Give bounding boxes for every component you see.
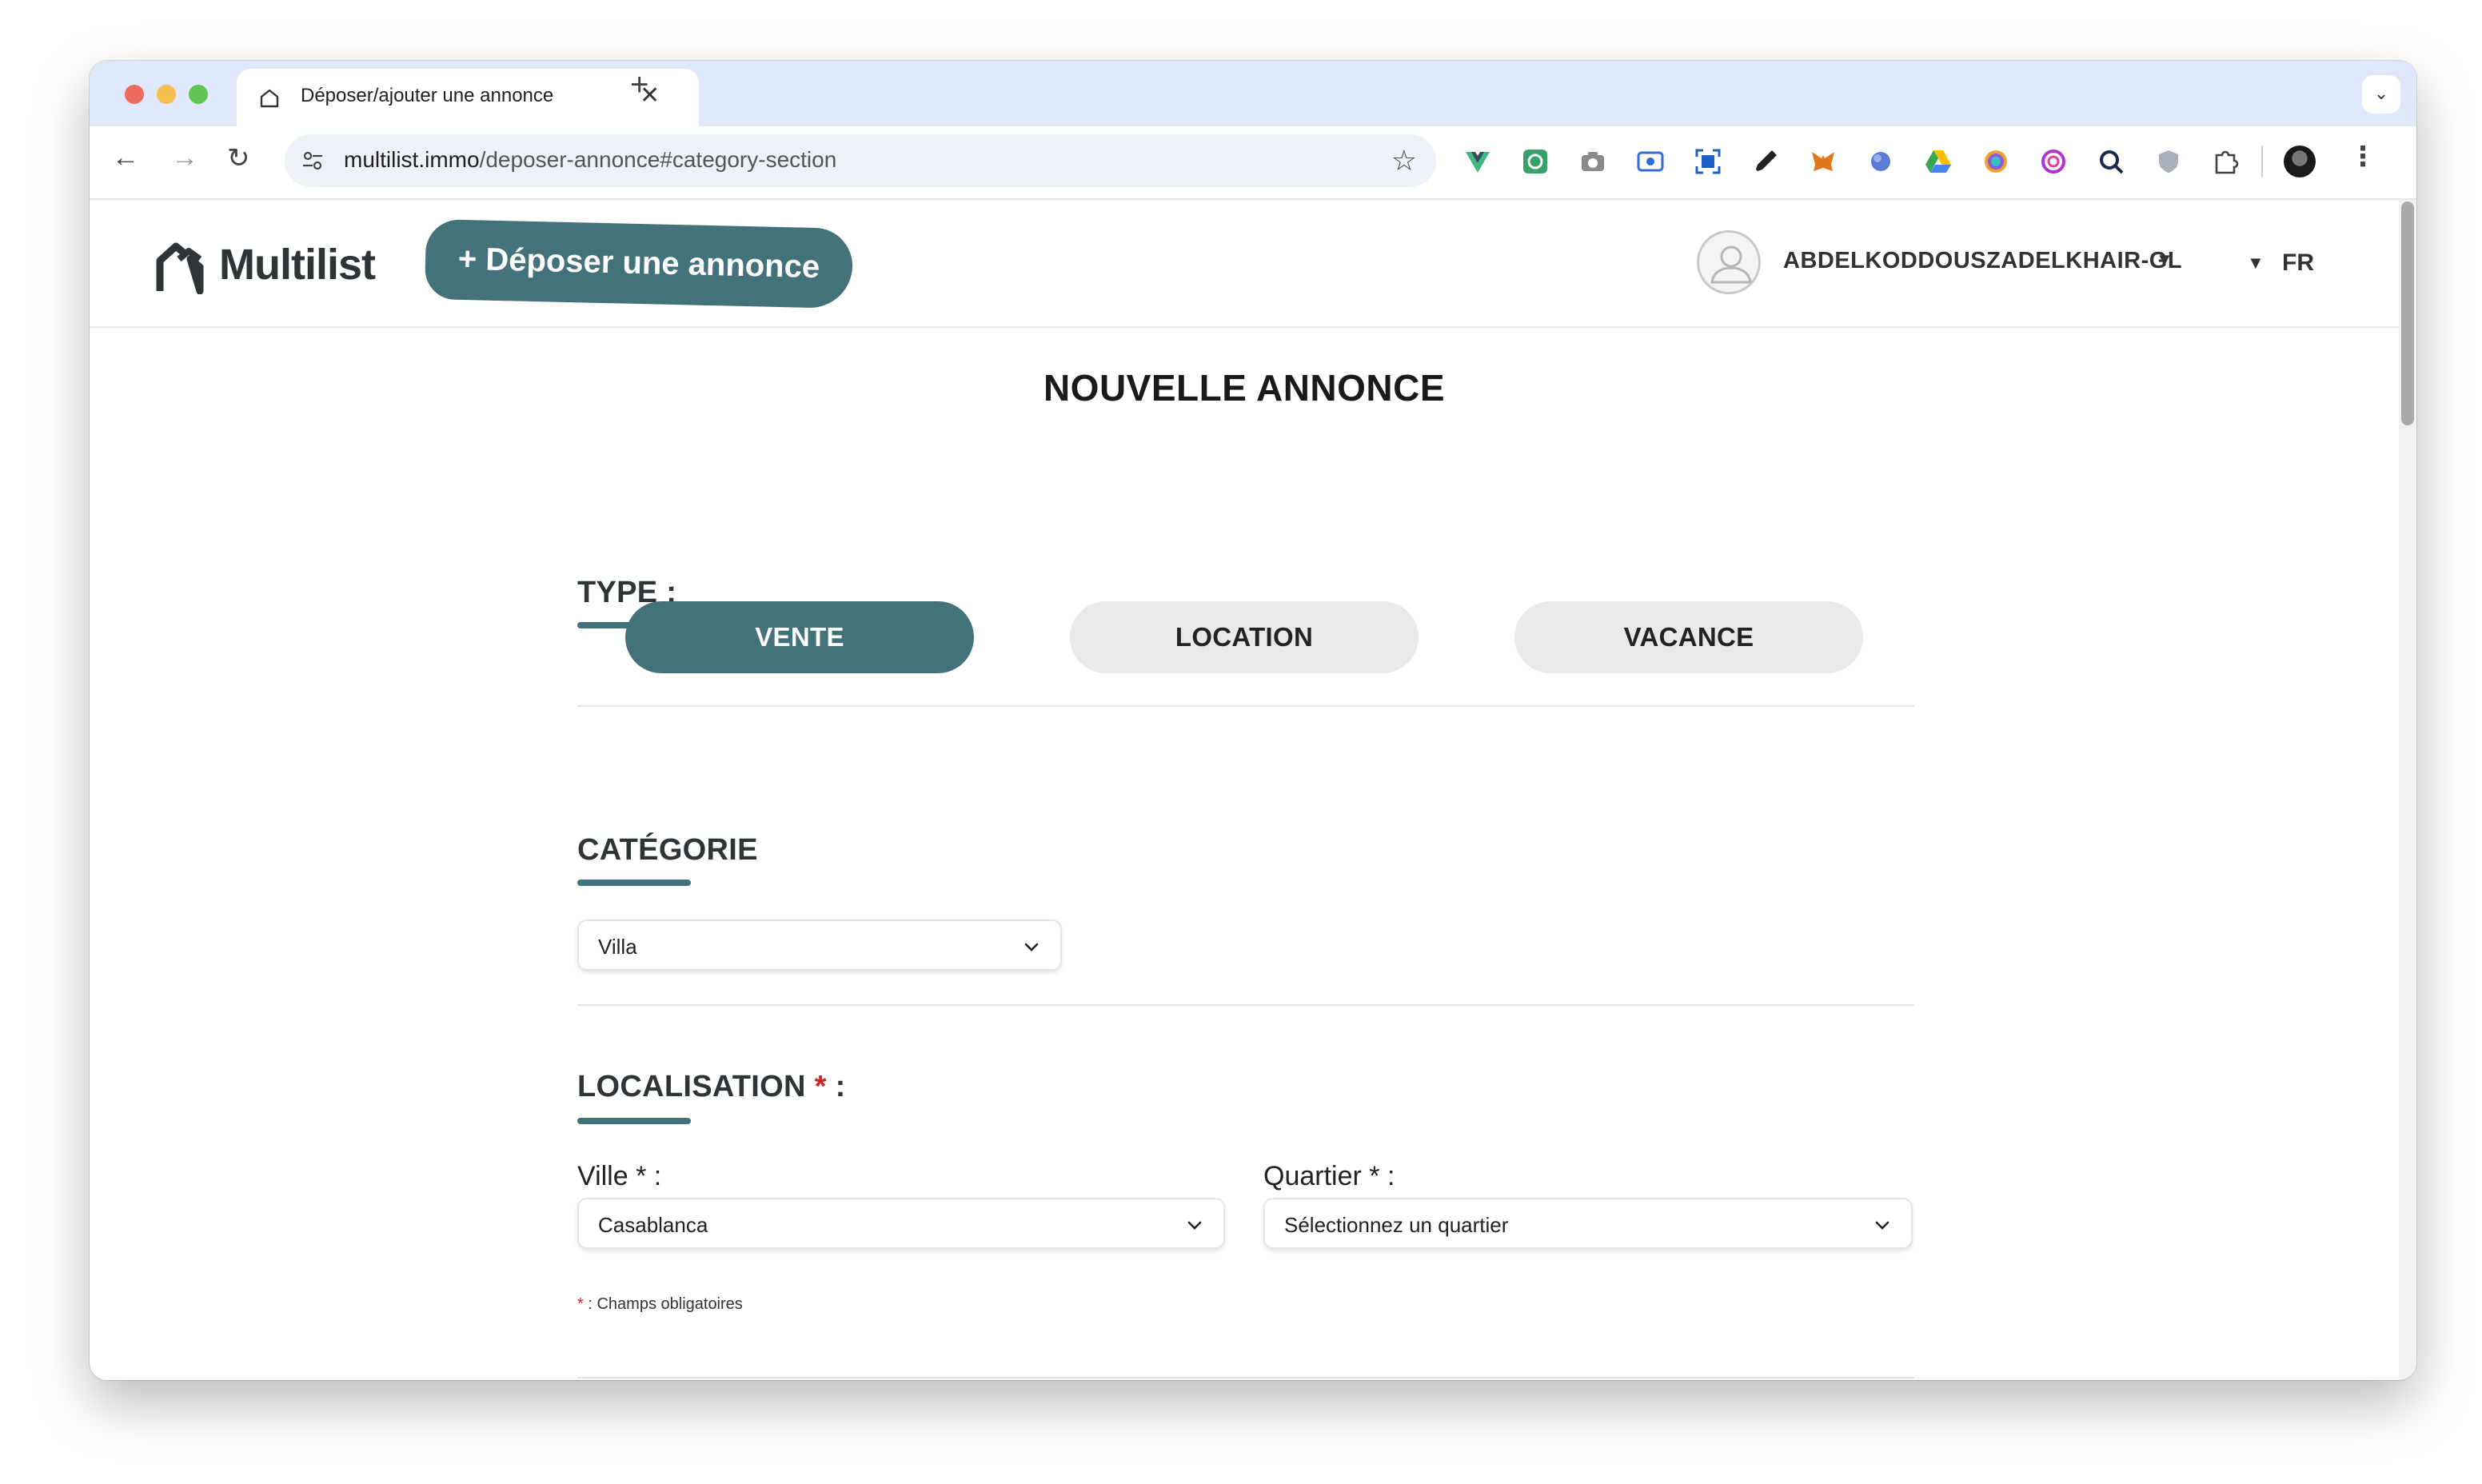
language-caret-icon[interactable]: ▼: [2247, 253, 2265, 273]
district-select[interactable]: Sélectionnez un quartier: [1263, 1198, 1913, 1249]
browser-toolbar: ← → ↻ multilist.immo/deposer-annonce#cat…: [90, 126, 2416, 200]
browser-profile-avatar[interactable]: [2284, 146, 2316, 178]
city-select[interactable]: Casablanca: [577, 1198, 1225, 1249]
page-scrollbar[interactable]: [2399, 200, 2416, 1380]
scrollbar-thumb[interactable]: [2401, 201, 2414, 425]
district-label: Quartier * :: [1263, 1161, 1395, 1191]
chevron-down-icon: [1024, 943, 1039, 951]
shield-ext-icon[interactable]: [2154, 147, 2183, 176]
type-option-vacance[interactable]: VACANCE: [1514, 601, 1863, 673]
section-divider: [577, 1377, 1914, 1378]
browser-menu-icon[interactable]: ⋮: [2349, 141, 2376, 173]
close-window-button[interactable]: [125, 85, 144, 104]
category-section-title: CATÉGORIE: [577, 833, 758, 867]
location-title-text: LOCALISATION: [577, 1070, 806, 1103]
google-drive-icon[interactable]: [1924, 147, 1953, 176]
swirl-ext-icon[interactable]: [2039, 147, 2068, 176]
tab-title: Déposer/ajouter une annonce: [301, 85, 554, 106]
user-name[interactable]: ABDELKODDOUSZADELKHAIR-GL: [1783, 248, 2182, 274]
required-asterisk: *: [814, 1070, 827, 1103]
camera-icon[interactable]: [1578, 147, 1607, 176]
green-ext-icon[interactable]: [1521, 147, 1550, 176]
user-menu-caret-icon[interactable]: ▼: [2156, 249, 2173, 270]
page-content: Multilist + Déposer une annonce ABDELKOD…: [90, 200, 2416, 1380]
page-title: NOUVELLE ANNONCE: [1043, 367, 1446, 409]
tab-search-chevron-icon[interactable]: ⌄: [2362, 75, 2400, 114]
city-select-value: Casablanca: [598, 1213, 708, 1237]
chevron-down-icon: [1187, 1221, 1202, 1230]
tab-bar: Déposer/ajouter une annonce ✕ + ⌄: [90, 61, 2416, 126]
screen-record-icon[interactable]: [1636, 147, 1665, 176]
back-arrow-icon[interactable]: ←: [112, 142, 139, 174]
section-divider: [577, 705, 1914, 707]
url-path: /deposer-annonce#category-section: [479, 147, 837, 172]
user-avatar[interactable]: [1697, 230, 1761, 294]
site-header: Multilist + Déposer une annonce ABDELKOD…: [90, 200, 2399, 328]
category-section-underline: [577, 880, 691, 886]
chevron-down-icon: [1875, 1221, 1889, 1230]
required-fields-note: * : Champs obligatoires: [577, 1295, 743, 1314]
url-host: multilist.immo: [344, 147, 480, 172]
eyedropper-icon[interactable]: [1751, 147, 1780, 176]
district-select-value: Sélectionnez un quartier: [1284, 1213, 1509, 1237]
logo-text[interactable]: Multilist: [219, 240, 376, 289]
section-divider: [577, 1004, 1914, 1006]
required-note-text: : Champs obligatoires: [588, 1295, 743, 1313]
forward-arrow-icon[interactable]: →: [171, 142, 198, 174]
puzzle-icon[interactable]: [2212, 147, 2241, 176]
globe-ext-icon[interactable]: [1866, 147, 1895, 176]
url-text[interactable]: multilist.immo/deposer-annonce#category-…: [344, 147, 836, 173]
city-label: Ville * :: [577, 1161, 662, 1191]
metamask-icon[interactable]: [1809, 147, 1838, 176]
house-favicon-icon: [260, 89, 279, 108]
browser-window: Déposer/ajouter une annonce ✕ + ⌄ ← → ↻ …: [90, 61, 2416, 1380]
type-option-vente[interactable]: VENTE: [625, 601, 974, 673]
maximize-window-button[interactable]: [189, 85, 208, 104]
reload-icon[interactable]: ↻: [227, 142, 250, 174]
category-select-value: Villa: [598, 935, 637, 959]
type-option-location[interactable]: LOCATION: [1070, 601, 1419, 673]
user-avatar-icon: [1710, 245, 1752, 284]
location-section-title: LOCALISATION * :: [577, 1070, 846, 1104]
multilist-logo-icon[interactable]: [154, 238, 209, 294]
language-selector[interactable]: FR: [2282, 249, 2314, 277]
address-bar[interactable]: multilist.immo/deposer-annonce#category-…: [285, 134, 1436, 187]
site-settings-icon[interactable]: [301, 149, 325, 173]
toolbar-separator: [2261, 146, 2263, 178]
bookmark-star-icon[interactable]: ☆: [1391, 144, 1417, 178]
location-section-underline: [577, 1118, 691, 1124]
category-select[interactable]: Villa: [577, 920, 1062, 971]
new-tab-button[interactable]: +: [630, 67, 648, 103]
screenshot-icon[interactable]: [1694, 147, 1722, 176]
post-ad-button[interactable]: + Déposer une annonce: [424, 218, 854, 309]
rainbow-ext-icon[interactable]: [1981, 147, 2010, 176]
search-ext-icon[interactable]: [2097, 147, 2125, 176]
minimize-window-button[interactable]: [157, 85, 176, 104]
required-asterisk: *: [577, 1295, 584, 1313]
location-title-suffix: :: [826, 1070, 846, 1103]
vue-devtools-icon[interactable]: [1463, 147, 1492, 176]
